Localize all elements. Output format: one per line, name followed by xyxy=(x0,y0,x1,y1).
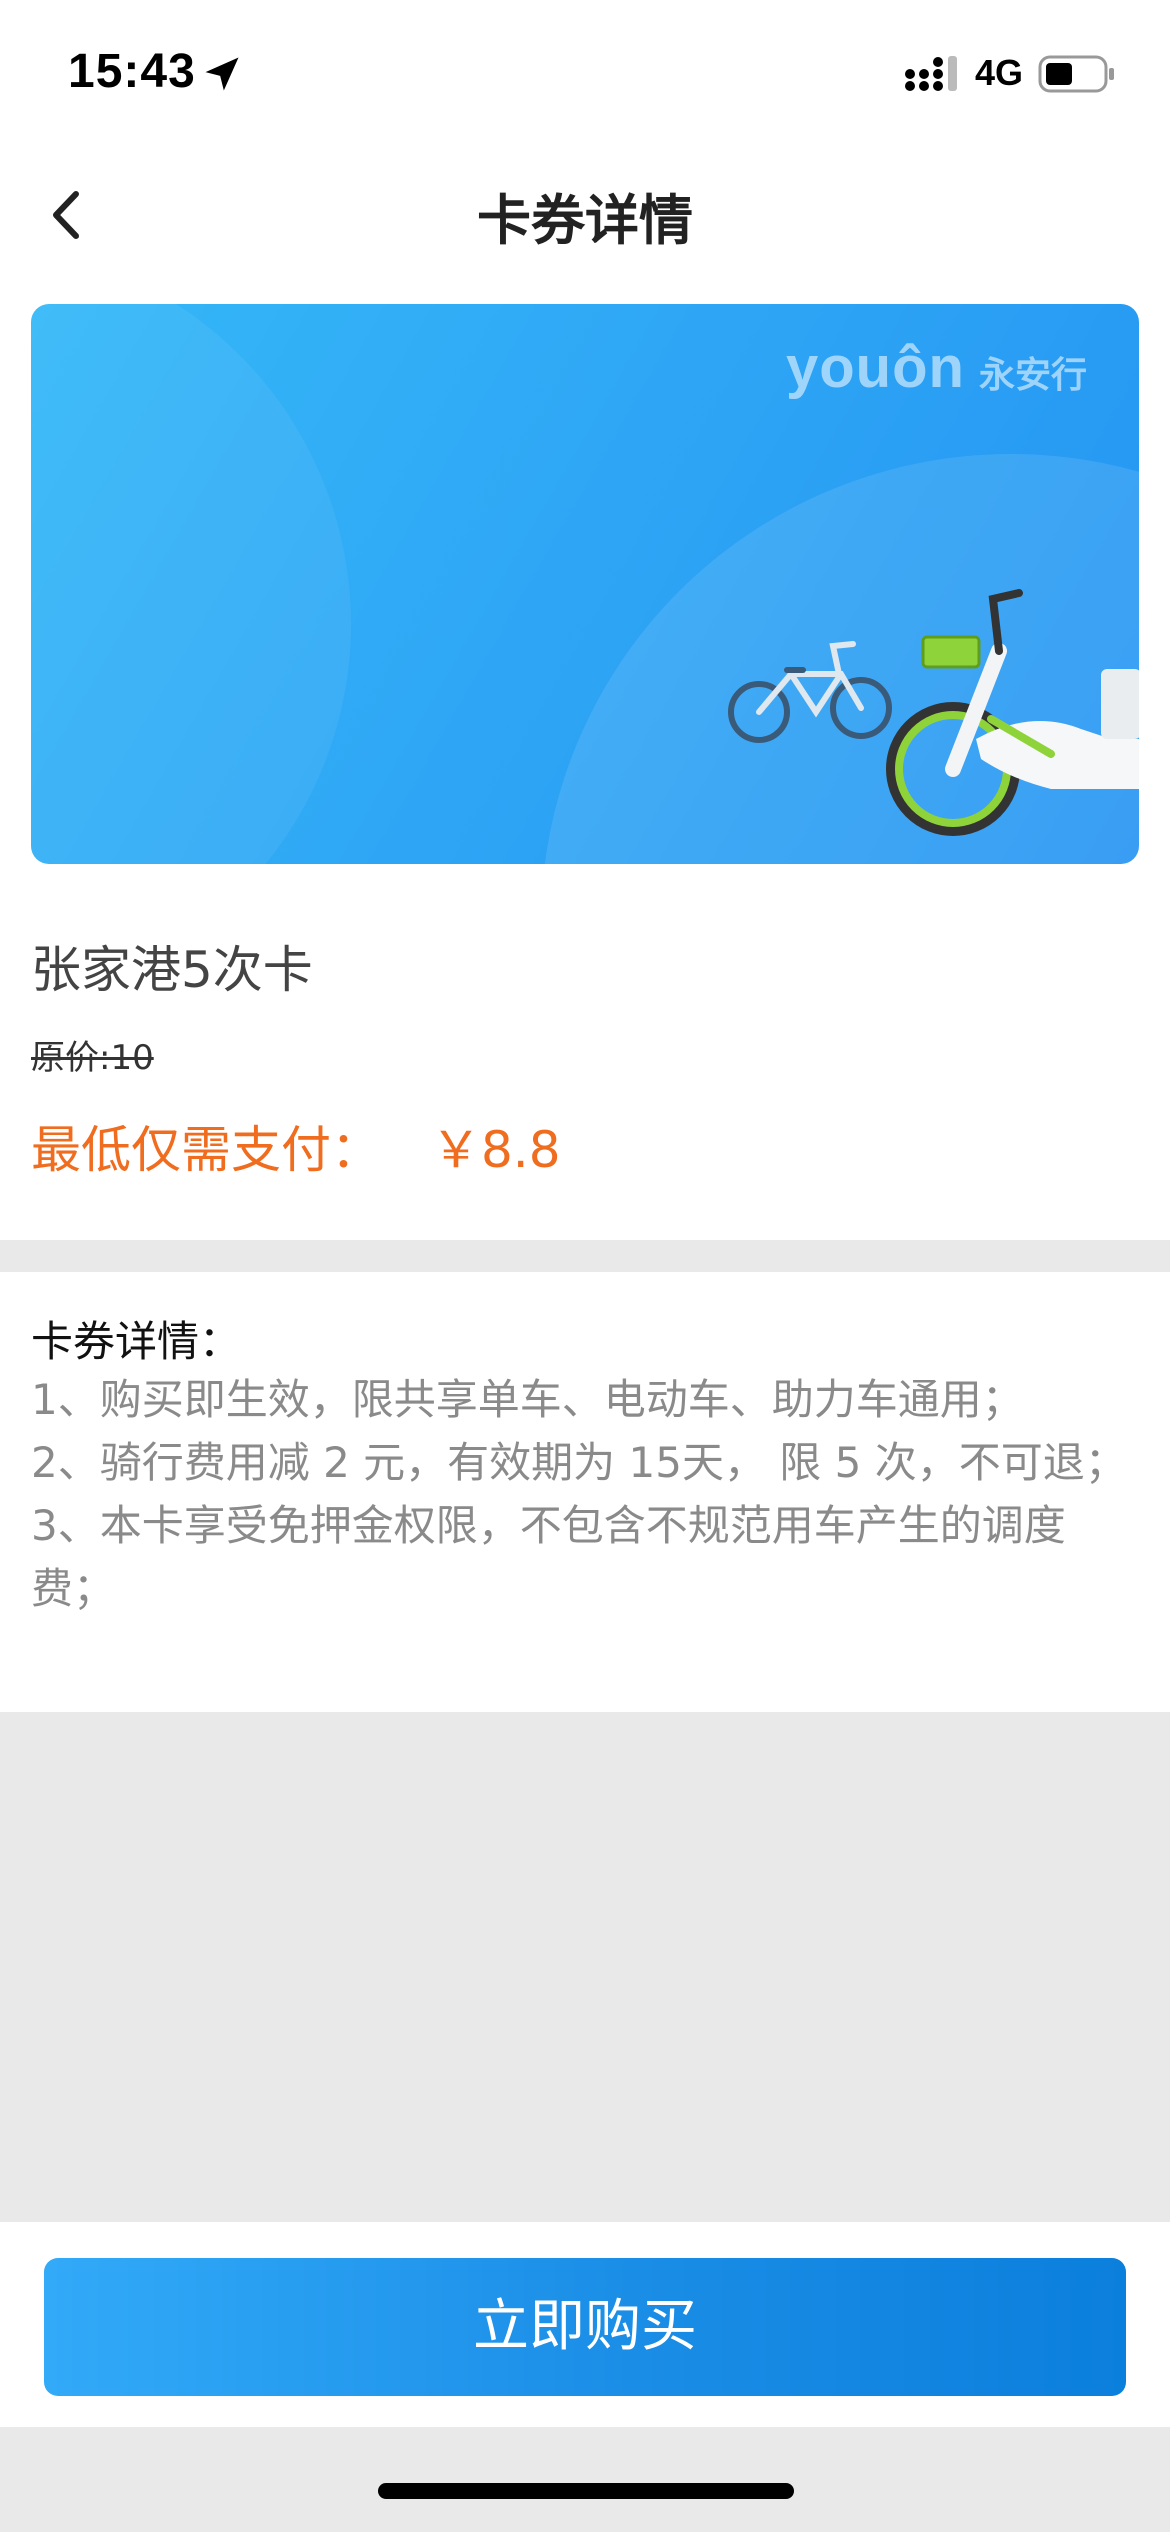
nav-bar: 卡券详情 xyxy=(0,140,1170,290)
card-banner: youôn 永安行 xyxy=(31,304,1139,864)
payment-amount: ￥8.8 xyxy=(431,1121,561,1179)
detail-item: 2、骑行费用减 2 元，有效期为 15天， 限 5 次，不可退； xyxy=(31,1438,1127,1487)
card-details-section: 卡券详情： 1、购买即生效，限共享单车、电动车、助力车通用； 2、骑行费用减 2… xyxy=(0,1272,1170,1712)
product-section: youôn 永安行 张家港5次卡 原价:10 最低仅需支付： ￥8.8 xyxy=(0,290,1170,1240)
detail-item: 1、购买即生效，限共享单车、电动车、助力车通用； xyxy=(31,1375,1024,1424)
details-list: 1、购买即生效，限共享单车、电动车、助力车通用； 2、骑行费用减 2 元，有效期… xyxy=(31,1368,1141,1620)
details-title: 卡券详情： xyxy=(31,1317,242,1366)
card-name: 张家港5次卡 xyxy=(31,941,313,999)
status-bar: 15:43 4G xyxy=(0,0,1170,140)
logo-text-cn: 永安行 xyxy=(978,355,1087,396)
logo-text-en: youôn xyxy=(786,335,965,400)
signal-icon xyxy=(905,56,957,91)
status-time: 15:43 xyxy=(68,45,196,98)
home-indicator[interactable] xyxy=(378,2483,794,2499)
bottom-action-bar: 立即购买 xyxy=(0,2222,1170,2427)
page-title: 卡券详情 xyxy=(477,189,693,252)
payment-label: 最低仅需支付： xyxy=(31,1121,381,1179)
battery-icon xyxy=(1038,55,1114,93)
bicycle-icon xyxy=(728,641,892,743)
detail-item: 3、本卡享受免押金权限，不包含不规范用车产生的调度费； xyxy=(31,1501,1066,1613)
original-price: 原价:10 xyxy=(31,1038,154,1078)
network-type: 4G xyxy=(975,52,1024,93)
electric-bike-icon xyxy=(886,589,1139,836)
payment-row: 最低仅需支付： ￥8.8 xyxy=(31,1110,561,1182)
buy-now-button[interactable]: 立即购买 xyxy=(44,2258,1126,2396)
youon-logo: youôn 永安行 xyxy=(786,334,1087,401)
location-arrow-icon xyxy=(205,57,239,91)
